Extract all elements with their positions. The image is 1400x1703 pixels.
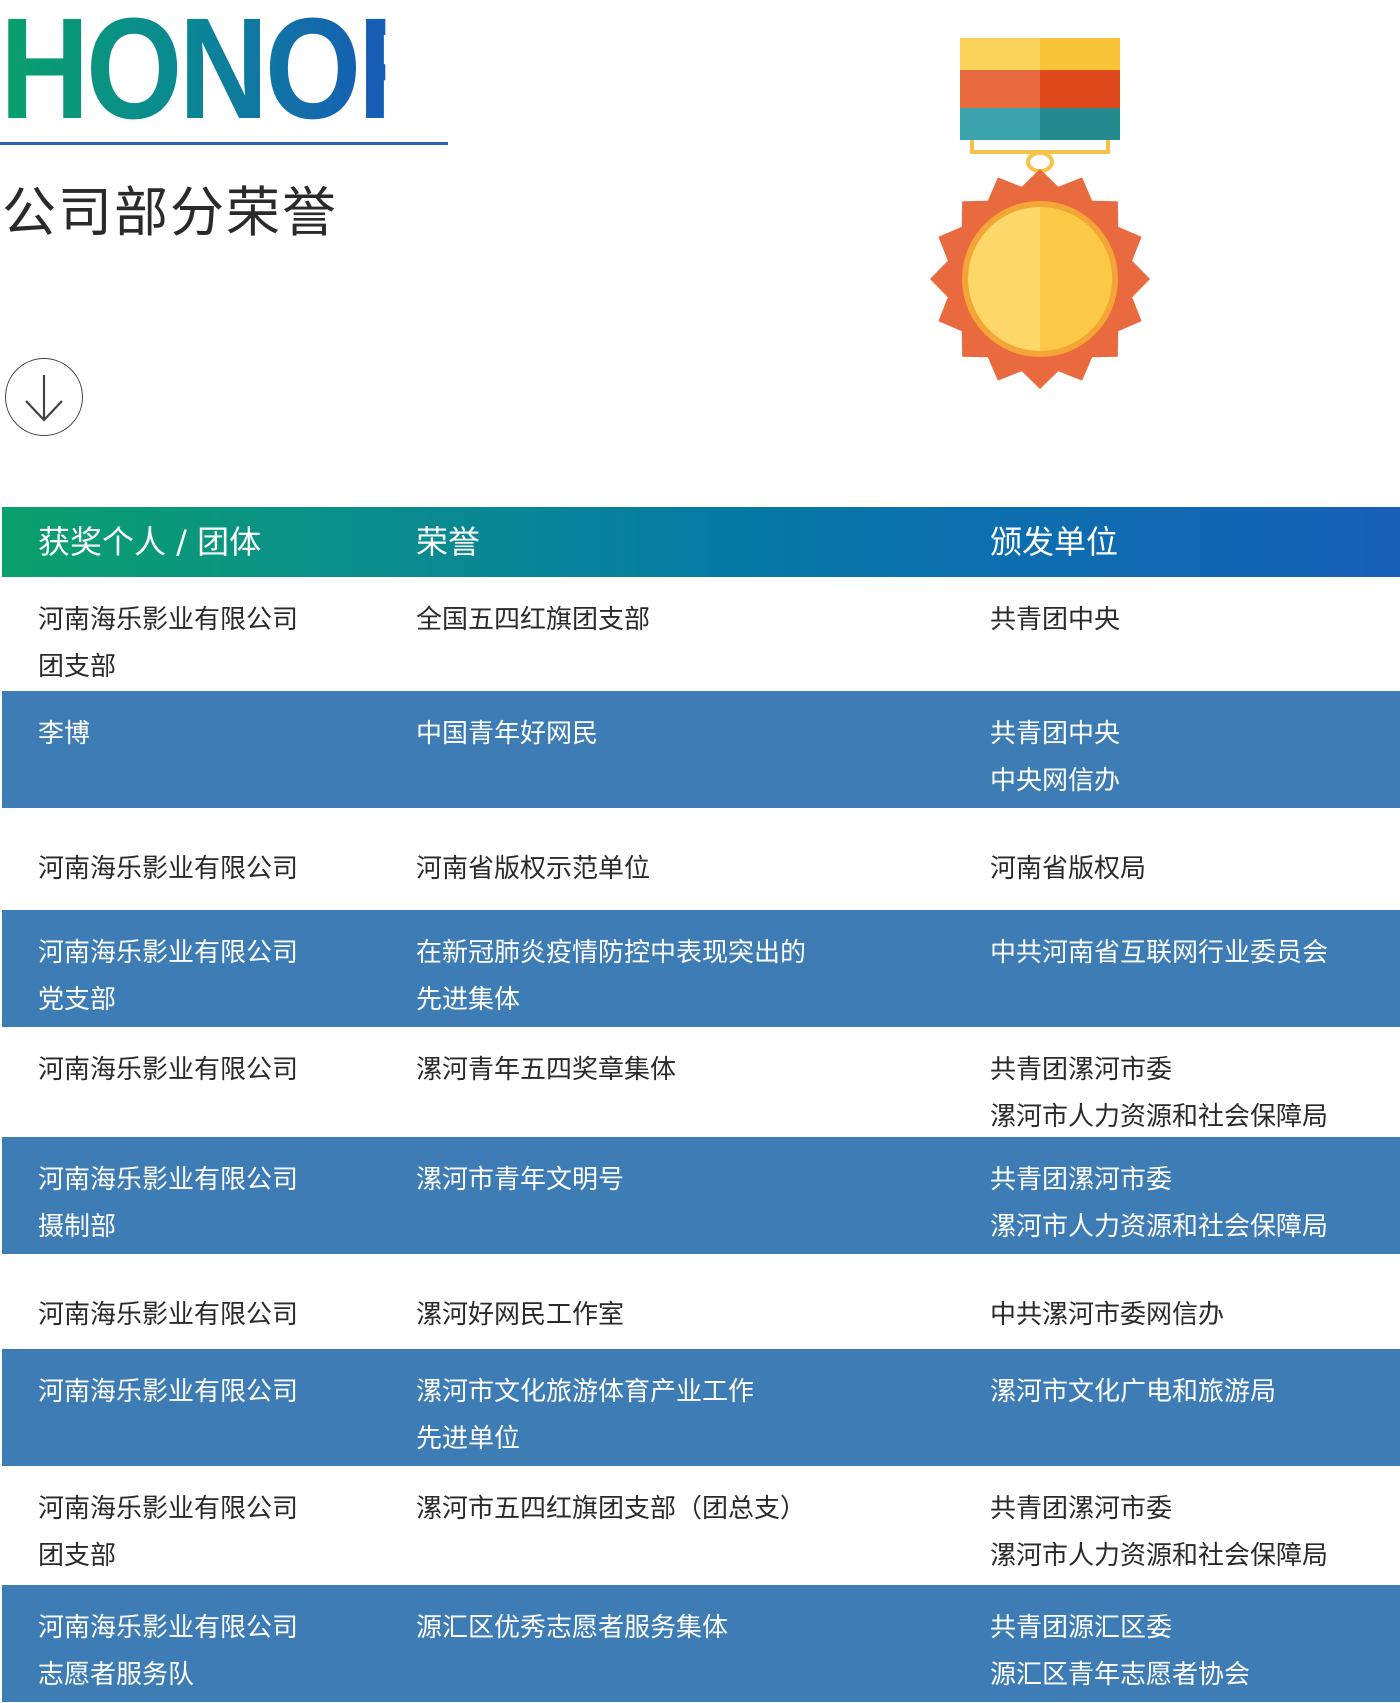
issuer-line: 源汇区青年志愿者协会 (990, 1660, 1251, 1690)
cell-issuer: 共青团漯河市委漯河市人力资源和社会保障局 (990, 1486, 1328, 1580)
honor-line: 在新冠肺炎疫情防控中表现突出的 (416, 938, 807, 968)
issuer-line: 共青团漯河市委 (990, 1165, 1173, 1195)
cell-honor: 漯河市五四红旗团支部（团总支） (416, 1486, 806, 1533)
issuer-line: 共青团漯河市委 (990, 1494, 1173, 1524)
issuer-line: 漯河市文化广电和旅游局 (990, 1377, 1277, 1407)
cell-issuer: 河南省版权局 (990, 846, 1146, 893)
issuer-line: 中共河南省互联网行业委员会 (990, 938, 1329, 968)
issuer-line: 中共漯河市委网信办 (990, 1300, 1225, 1330)
recipient-line: 河南海乐影业有限公司 (38, 1300, 299, 1330)
table-row: 河南海乐影业有限公司 漯河青年五四奖章集体 共青团漯河市委漯河市人力资源和社会保障局 (2, 1027, 1400, 1137)
cell-issuer: 共青团源汇区委源汇区青年志愿者协会 (990, 1605, 1250, 1699)
honor-line: 源汇区优秀志愿者服务集体 (416, 1613, 729, 1643)
issuer-line: 漯河市人力资源和社会保障局 (990, 1541, 1329, 1571)
issuer-line: 中央网信办 (990, 766, 1121, 796)
issuer-line: 共青团中央 (990, 605, 1121, 635)
recipient-line: 河南海乐影业有限公司 (38, 605, 299, 635)
recipient-line: 河南海乐影业有限公司 (38, 1494, 299, 1524)
honor-line: 先进单位 (416, 1424, 521, 1454)
cell-honor: 河南省版权示范单位 (416, 846, 650, 893)
cell-recipient: 李博 (38, 711, 90, 758)
table-body: 河南海乐影业有限公司 团支部 全国五四红旗团支部 共青团中央 李博 中国青年好网民 共青团中… (2, 577, 1400, 1702)
recipient-line: 河南海乐影业有限公司 (38, 1377, 299, 1407)
honors-table: 获奖个人 / 团体 荣誉 颁发单位 河南海乐影业有限公司 团支部 全国五四红旗团支部… (2, 507, 1400, 1702)
table-row: 河南海乐影业有限公司 团支部 漯河市五四红旗团支部（团总支） 共青团漯河市委漯河市人力… (2, 1466, 1400, 1585)
honor-line: 全国五四红旗团支部 (416, 605, 651, 635)
scroll-down-button[interactable] (5, 358, 83, 436)
cell-recipient: 河南海乐影业有限公司 (38, 1292, 298, 1339)
cell-honor: 漯河市文化旅游体育产业工作 先进单位 (416, 1369, 754, 1463)
table-row: 河南海乐影业有限公司 志愿者服务队 源汇区优秀志愿者服务集体 共青团源汇区委源汇区青年… (2, 1585, 1400, 1702)
cell-issuer: 共青团漯河市委漯河市人力资源和社会保障局 (990, 1047, 1328, 1141)
issuer-line: 共青团源汇区委 (990, 1613, 1173, 1643)
table-header: 获奖个人 / 团体 荣誉 颁发单位 (2, 507, 1400, 577)
cell-issuer: 共青团中央 (990, 597, 1120, 644)
table-row: 河南海乐影业有限公司 漯河好网民工作室 中共漯河市委网信办 (2, 1254, 1400, 1349)
table-row: 河南海乐影业有限公司 漯河市文化旅游体育产业工作 先进单位 漯河市文化广电和旅游局 (2, 1349, 1400, 1466)
honor-line: 漯河市五四红旗团支部（团总支） (416, 1494, 807, 1524)
recipient-line: 党支部 (38, 985, 117, 1015)
header-issuer: 颁发单位 (990, 523, 1119, 561)
title-text: HONORS (0, 0, 526, 149)
recipient-line: 团支部 (38, 652, 117, 682)
table-row: 河南海乐影业有限公司 党支部 在新冠肺炎疫情防控中表现突出的 先进集体 中共河南省互联网… (2, 910, 1400, 1027)
issuer-line: 漯河市人力资源和社会保障局 (990, 1102, 1329, 1132)
cell-recipient: 河南海乐影业有限公司 (38, 1047, 298, 1094)
recipient-line: 志愿者服务队 (38, 1660, 195, 1690)
cell-issuer: 中共河南省互联网行业委员会 (990, 930, 1328, 977)
issuer-line: 共青团漯河市委 (990, 1055, 1173, 1085)
table-row: 李博 中国青年好网民 共青团中央中央网信办 (2, 691, 1400, 808)
cell-recipient: 河南海乐影业有限公司 摄制部 (38, 1157, 298, 1251)
honor-line: 漯河市青年文明号 (416, 1165, 625, 1195)
cell-recipient: 河南海乐影业有限公司 团支部 (38, 1486, 298, 1580)
recipient-line: 李博 (38, 719, 91, 749)
honor-line: 河南省版权示范单位 (416, 854, 651, 884)
cell-recipient: 河南海乐影业有限公司 团支部 (38, 597, 298, 691)
honor-line: 中国青年好网民 (416, 719, 599, 749)
cell-honor: 在新冠肺炎疫情防控中表现突出的 先进集体 (416, 930, 806, 1024)
cell-honor: 漯河好网民工作室 (416, 1292, 624, 1339)
issuer-line: 共青团中央 (990, 719, 1121, 749)
recipient-line: 河南海乐影业有限公司 (38, 1055, 299, 1085)
cell-issuer: 共青团漯河市委漯河市人力资源和社会保障局 (990, 1157, 1328, 1251)
cell-honor: 源汇区优秀志愿者服务集体 (416, 1605, 728, 1652)
honor-line: 漯河市文化旅游体育产业工作 (416, 1377, 755, 1407)
honor-line: 漯河青年五四奖章集体 (416, 1055, 677, 1085)
table-row: 河南海乐影业有限公司 摄制部 漯河市青年文明号 共青团漯河市委漯河市人力资源和社会保障… (2, 1137, 1400, 1254)
recipient-line: 团支部 (38, 1541, 117, 1571)
honor-line: 先进集体 (416, 985, 521, 1015)
table-row: 河南海乐影业有限公司 河南省版权示范单位 河南省版权局 (2, 808, 1400, 910)
cell-recipient: 河南海乐影业有限公司 (38, 1369, 298, 1416)
cell-honor: 中国青年好网民 (416, 711, 598, 758)
table-row: 河南海乐影业有限公司 团支部 全国五四红旗团支部 共青团中央 (2, 577, 1400, 691)
issuer-line: 河南省版权局 (990, 854, 1147, 884)
cell-honor: 漯河青年五四奖章集体 (416, 1047, 676, 1094)
arrow-down-circle-icon (25, 375, 63, 422)
page-title: HONORS (0, 0, 526, 149)
medal-icon (920, 28, 1160, 402)
issuer-line: 漯河市人力资源和社会保障局 (990, 1212, 1329, 1242)
honor-line: 漯河好网民工作室 (416, 1300, 625, 1330)
header-honor: 荣誉 (416, 523, 481, 561)
cell-issuer: 共青团中央中央网信办 (990, 711, 1120, 805)
recipient-line: 河南海乐影业有限公司 (38, 1613, 299, 1643)
recipient-line: 河南海乐影业有限公司 (38, 938, 299, 968)
cell-issuer: 漯河市文化广电和旅游局 (990, 1369, 1276, 1416)
cell-honor: 漯河市青年文明号 (416, 1157, 624, 1204)
page-subtitle: 公司部分荣誉 (2, 181, 338, 244)
header-recipient: 获奖个人 / 团体 (38, 523, 262, 561)
recipient-line: 河南海乐影业有限公司 (38, 854, 299, 884)
cell-issuer: 中共漯河市委网信办 (990, 1292, 1224, 1339)
cell-recipient: 河南海乐影业有限公司 志愿者服务队 (38, 1605, 298, 1699)
cell-recipient: 河南海乐影业有限公司 党支部 (38, 930, 298, 1024)
recipient-line: 河南海乐影业有限公司 (38, 1165, 299, 1195)
cell-recipient: 河南海乐影业有限公司 (38, 846, 298, 893)
recipient-line: 摄制部 (38, 1212, 117, 1242)
cell-honor: 全国五四红旗团支部 (416, 597, 650, 644)
